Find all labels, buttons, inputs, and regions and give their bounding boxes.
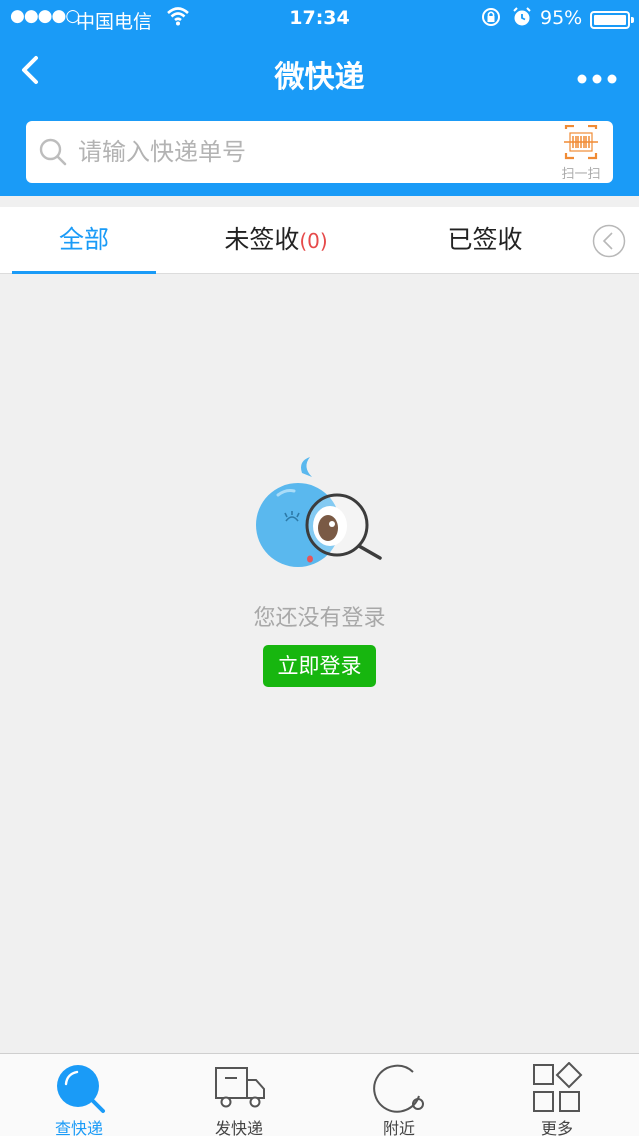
tabbar-item-query[interactable]: 查快递 [19,1054,139,1136]
unsigned-count: (0) [299,229,328,253]
bottom-tab-bar: 查快递 发快递 附近 更多 [0,1053,639,1136]
battery-percent: 95% [540,7,583,29]
tab-signed[interactable]: 已签收 [420,207,550,273]
tabbar-label-nearby: 附近 [382,1119,415,1136]
nearby-icon [373,1064,424,1113]
tab-unsigned-label: 未签收 [224,225,300,254]
login-button[interactable]: 立即登录 [263,645,376,687]
tab-unsigned[interactable]: 未签收(0) [196,207,356,273]
filter-tabs: 全部 未签收(0) 已签收 [0,207,639,274]
circle-chevron-left-icon [592,224,626,258]
tabbar-label-query: 查快递 [54,1119,103,1136]
barcode-scan-icon [564,124,598,160]
tabbar-item-nearby[interactable]: 附近 [339,1054,459,1136]
rotation-lock-icon [480,6,502,33]
tabbar-label-more: 更多 [540,1119,573,1136]
more-dots-icon [577,74,617,84]
alarm-icon [512,6,532,33]
grid-icon [533,1062,583,1112]
search-box: 扫一扫 [26,121,613,183]
not-logged-in-message: 您还没有登录 [253,606,386,631]
tabbar-item-send[interactable]: 发快递 [179,1054,299,1136]
tabbar-label-send: 发快递 [214,1119,263,1136]
tab-all[interactable]: 全部 [12,207,156,274]
scan-button[interactable]: 扫一扫 [554,124,608,182]
search-icon [57,1065,105,1113]
tabbar-item-more[interactable]: 更多 [497,1054,617,1136]
truck-icon [215,1067,265,1108]
scan-label: 扫一扫 [561,167,601,182]
battery-fill [594,15,626,25]
battery-icon [590,11,634,29]
search-icon [38,137,68,171]
tracking-number-input[interactable] [78,131,548,173]
tab-scroll-button[interactable] [592,224,626,258]
nav-bar: 微快递 [0,40,639,102]
mascot-magnifier-icon [250,455,390,585]
page-title: 微快递 [274,60,365,95]
header: ●●●●○ 中国电信 17:34 95% 微快递 请输入快递单号 扫一扫 [0,0,639,196]
status-bar: ●●●●○ 中国电信 17:34 95% [0,0,639,40]
more-button[interactable] [570,48,624,92]
